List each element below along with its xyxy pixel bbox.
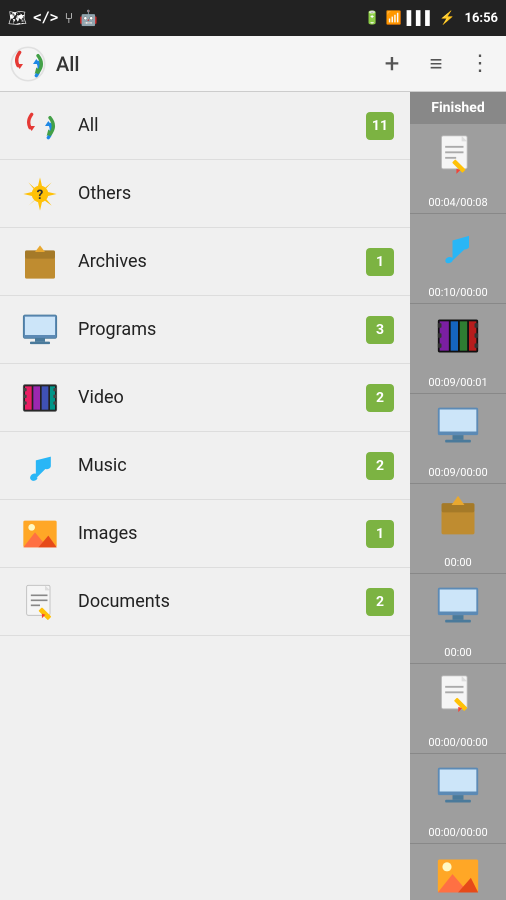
top-bar-actions: + ≡ ⋮ [374, 46, 498, 82]
category-images-label: Images [78, 523, 366, 544]
usb-icon: ⑂ [64, 9, 73, 27]
status-bar: 🗺 </> ⑂ 🤖 🔋 📶 ▌▌▌ ⚡ 16:56 [0, 0, 506, 36]
right-item-8[interactable]: 00:00/00:00 [410, 754, 506, 844]
time-display: 16:56 [465, 11, 499, 26]
more-button[interactable]: ⋮ [462, 46, 498, 82]
image-icon [16, 510, 64, 558]
document-icon [16, 578, 64, 626]
svg-text:?: ? [37, 188, 44, 203]
category-documents-label: Documents [78, 591, 366, 612]
monitor-icon [16, 306, 64, 354]
right-item-4-time: 00:09/00:00 [428, 466, 487, 479]
music-icon [16, 442, 64, 490]
right-item-7-icon [432, 670, 484, 722]
category-images[interactable]: Images 1 [0, 500, 410, 568]
right-item-6[interactable]: 00:00 [410, 574, 506, 664]
right-item-8-icon [432, 760, 484, 812]
category-others[interactable]: ? Others [0, 160, 410, 228]
archive-icon [16, 238, 64, 286]
right-item-2-time: 00:10/00:00 [428, 286, 487, 299]
right-item-8-time: 00:00/00:00 [428, 826, 487, 839]
right-item-4-icon [432, 400, 484, 452]
right-item-7[interactable]: 00:00/00:00 [410, 664, 506, 754]
right-item-2[interactable]: 00:10/00:00 [410, 214, 506, 304]
android-icon: 🤖 [79, 9, 98, 27]
category-video-badge: 2 [366, 384, 394, 412]
finished-header: Finished [410, 92, 506, 124]
wifi-icon: 📶 [385, 11, 401, 26]
right-item-5[interactable]: 00:00 [410, 484, 506, 574]
battery-charging-icon: ⚡ [439, 11, 455, 26]
main-content: All 11 ? [0, 92, 506, 900]
category-programs-badge: 3 [366, 316, 394, 344]
right-item-6-icon [432, 580, 484, 632]
app-logo [8, 44, 48, 84]
page-title: All [56, 52, 374, 76]
finished-panel: Finished 00:04/00:08 [410, 92, 506, 900]
right-item-3-icon [432, 310, 484, 362]
add-button[interactable]: + [374, 46, 410, 82]
category-programs[interactable]: Programs 3 [0, 296, 410, 364]
category-video[interactable]: Video 2 [0, 364, 410, 432]
right-item-6-time: 00:00 [444, 646, 471, 659]
right-item-2-icon [432, 220, 484, 272]
category-archives-badge: 1 [366, 248, 394, 276]
category-music[interactable]: Music 2 [0, 432, 410, 500]
category-images-badge: 1 [366, 520, 394, 548]
status-right: 🔋 📶 ▌▌▌ ⚡ 16:56 [364, 10, 498, 26]
category-all-label: All [78, 115, 366, 136]
right-item-3-time: 00:09/00:01 [428, 376, 487, 389]
category-music-badge: 2 [366, 452, 394, 480]
battery-icon: 🔋 [364, 11, 380, 26]
status-left: 🗺 </> ⑂ 🤖 [8, 9, 98, 27]
right-item-5-time: 00:00 [444, 556, 471, 569]
category-archives[interactable]: Archives 1 [0, 228, 410, 296]
right-item-3[interactable]: 00:09/00:01 [410, 304, 506, 394]
category-programs-label: Programs [78, 319, 366, 340]
category-music-label: Music [78, 455, 366, 476]
video-icon [16, 374, 64, 422]
right-item-7-time: 00:00/00:00 [428, 736, 487, 749]
right-item-1-time: 00:04/00:08 [428, 196, 487, 209]
menu-button[interactable]: ≡ [418, 46, 454, 82]
right-item-1[interactable]: 00:04/00:08 [410, 124, 506, 214]
refresh-icon [16, 102, 64, 150]
star-question-icon: ? [16, 170, 64, 218]
category-documents-badge: 2 [366, 588, 394, 616]
category-archives-label: Archives [78, 251, 366, 272]
category-video-label: Video [78, 387, 366, 408]
code-icon: </> [33, 10, 58, 26]
map-icon: 🗺 [8, 9, 27, 27]
right-item-1-icon [432, 130, 484, 182]
top-bar: All + ≡ ⋮ [0, 36, 506, 92]
right-item-4[interactable]: 00:09/00:00 [410, 394, 506, 484]
category-all[interactable]: All 11 [0, 92, 410, 160]
category-list: All 11 ? [0, 92, 410, 900]
category-all-badge: 11 [366, 112, 394, 140]
right-item-9-icon [432, 850, 484, 900]
right-item-5-icon [432, 490, 484, 542]
signal-icon: ▌▌▌ [407, 10, 435, 26]
category-others-label: Others [78, 183, 394, 204]
right-item-9[interactable]: 00:00/00:00 [410, 844, 506, 900]
category-documents[interactable]: Documents 2 [0, 568, 410, 636]
